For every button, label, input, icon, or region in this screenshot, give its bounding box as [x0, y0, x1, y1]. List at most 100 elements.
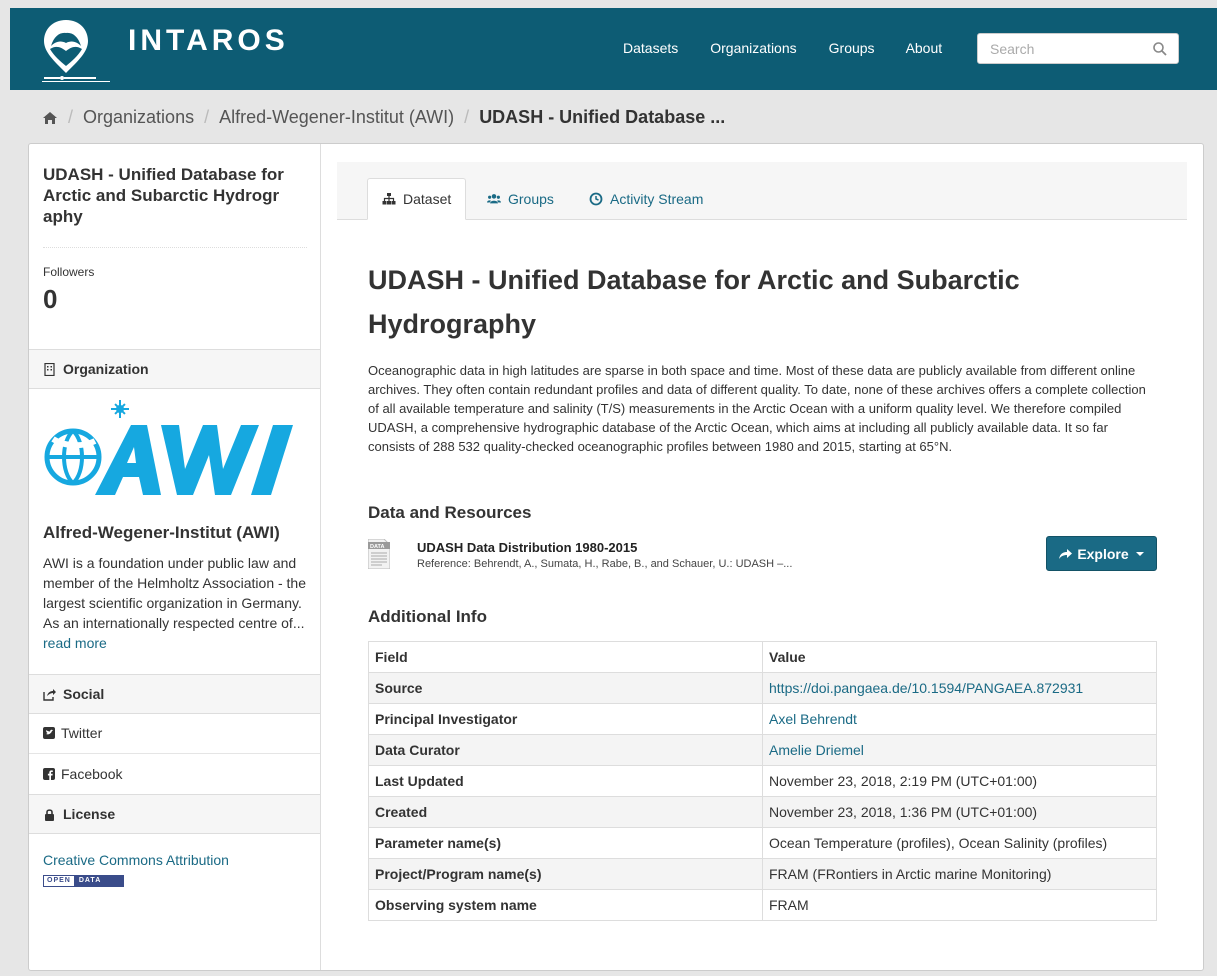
brand-name: INTAROS	[128, 24, 289, 57]
tab-dataset[interactable]: Dataset	[367, 178, 467, 220]
explore-button-label: Explore	[1077, 545, 1129, 562]
organization-heading-label: Organization	[63, 361, 149, 377]
breadcrumb-organization[interactable]: Alfred-Wegener-Institut (AWI)	[219, 107, 454, 128]
divider	[43, 247, 307, 248]
twitter-icon	[43, 727, 55, 739]
principal-investigator-link[interactable]: Axel Behrendt	[769, 711, 857, 727]
share-icon	[43, 688, 56, 701]
value-cell: FRAM	[762, 889, 1157, 921]
value-cell: Axel Behrendt	[762, 703, 1157, 735]
value-cell: Ocean Temperature (profiles), Ocean Sali…	[762, 827, 1157, 859]
additional-info-heading: Additional Info	[368, 607, 487, 626]
value-cell: FRAM (FRontiers in Arctic marine Monitor…	[762, 858, 1157, 890]
column-header-field: Field	[368, 641, 763, 673]
nav-datasets[interactable]: Datasets	[623, 40, 678, 56]
dataset-description: Oceanographic data in high latitudes are…	[368, 363, 1146, 454]
home-icon[interactable]	[42, 111, 58, 125]
value-cell: Amelie Driemel	[762, 734, 1157, 766]
additional-info-table: Field Value Source https://doi.pangaea.d…	[368, 641, 1157, 921]
table-row: Source https://doi.pangaea.de/10.1594/PA…	[368, 672, 1157, 704]
content-tabs: Dataset Groups Activity Stream	[337, 162, 1187, 220]
lock-icon	[45, 808, 54, 821]
main-nav: Datasets Organizations Groups About	[623, 40, 974, 56]
table-header-row: Field Value	[368, 641, 1157, 673]
site-logo[interactable]: INTAROS	[40, 16, 300, 82]
breadcrumb-separator: /	[204, 107, 210, 127]
intaros-logo-icon	[42, 20, 110, 82]
column-header-value: Value	[762, 641, 1157, 673]
facebook-icon	[43, 768, 55, 780]
source-link[interactable]: https://doi.pangaea.de/10.1594/PANGAEA.8…	[769, 680, 1083, 696]
tab-groups[interactable]: Groups	[473, 178, 568, 220]
tab-activity-stream[interactable]: Activity Stream	[575, 178, 717, 220]
breadcrumb: / Organizations / Alfred-Wegener-Institu…	[42, 107, 725, 128]
table-row: Project/Program name(s) FRAM (FRontiers …	[368, 858, 1157, 890]
twitter-label: Twitter	[61, 725, 103, 741]
resource-item[interactable]: DATA UDASH Data Distribution 1980-2015 R…	[368, 536, 1158, 589]
tab-dataset-label: Dataset	[403, 191, 452, 207]
chevron-down-icon	[1135, 551, 1144, 556]
value-cell: https://doi.pangaea.de/10.1594/PANGAEA.8…	[762, 672, 1157, 704]
clock-icon	[589, 192, 603, 206]
explore-button[interactable]: Explore	[1046, 536, 1157, 571]
followers-count: 0	[43, 284, 58, 314]
data-curator-link[interactable]: Amelie Driemel	[769, 742, 864, 758]
nav-about[interactable]: About	[906, 40, 943, 56]
license-link[interactable]: Creative Commons Attribution	[43, 852, 229, 868]
organization-description-text: AWI is a foundation under public law and…	[43, 555, 307, 631]
open-data-badge-right: DATA	[73, 876, 123, 886]
sidebar-dataset-title: UDASH - Unified Database for Arctic and …	[43, 165, 284, 226]
search-icon[interactable]	[1152, 41, 1168, 57]
table-row: Principal Investigator Axel Behrendt	[368, 703, 1157, 735]
license-heading: License	[29, 794, 320, 834]
field-cell: Source	[368, 672, 763, 704]
social-heading: Social	[29, 674, 320, 714]
field-cell: Last Updated	[368, 765, 763, 797]
masthead: INTAROS Datasets Organizations Groups Ab…	[10, 8, 1217, 90]
tab-activity-stream-label: Activity Stream	[610, 191, 704, 207]
organization-heading: Organization	[29, 349, 320, 389]
field-cell: Created	[368, 796, 763, 828]
read-more-link[interactable]: read more	[43, 635, 107, 651]
field-cell: Principal Investigator	[368, 703, 763, 735]
breadcrumb-organizations[interactable]: Organizations	[83, 107, 194, 128]
social-heading-label: Social	[63, 686, 105, 702]
field-cell: Data Curator	[368, 734, 763, 766]
tab-groups-label: Groups	[508, 191, 554, 207]
breadcrumb-separator: /	[68, 107, 74, 127]
resource-title[interactable]: UDASH Data Distribution 1980-2015	[417, 540, 637, 555]
search-input[interactable]	[978, 34, 1148, 63]
search-box	[977, 33, 1179, 64]
dataset-title: UDASH - Unified Database for Arctic and …	[368, 265, 1020, 339]
field-cell: Observing system name	[368, 889, 763, 921]
value-cell: November 23, 2018, 1:36 PM (UTC+01:00)	[762, 796, 1157, 828]
value-cell: November 23, 2018, 2:19 PM (UTC+01:00)	[762, 765, 1157, 797]
nav-groups[interactable]: Groups	[829, 40, 875, 56]
social-twitter-link[interactable]: Twitter	[43, 725, 102, 741]
divider	[29, 753, 320, 754]
resource-description: Reference: Behrendt, A., Sumata, H., Rab…	[417, 558, 793, 570]
awi-logo[interactable]	[43, 399, 305, 499]
facebook-label: Facebook	[61, 766, 123, 782]
table-row: Observing system name FRAM	[368, 889, 1157, 921]
open-data-badge-left: OPEN	[44, 876, 74, 886]
share-arrow-icon	[1059, 548, 1073, 559]
breadcrumb-current[interactable]: UDASH - Unified Database ...	[479, 107, 725, 128]
sidebar: UDASH - Unified Database for Arctic and …	[29, 144, 321, 970]
users-icon	[487, 194, 501, 204]
main-wrapper: UDASH - Unified Database for Arctic and …	[28, 143, 1204, 971]
followers-label: Followers	[43, 265, 95, 279]
organization-name: Alfred-Wegener-Institut (AWI)	[43, 523, 280, 542]
table-row: Parameter name(s) Ocean Temperature (pro…	[368, 827, 1157, 859]
license-heading-label: License	[63, 806, 116, 822]
nav-organizations[interactable]: Organizations	[710, 40, 796, 56]
breadcrumb-separator: /	[464, 107, 470, 127]
field-cell: Project/Program name(s)	[368, 858, 763, 890]
table-row: Created November 23, 2018, 1:36 PM (UTC+…	[368, 796, 1157, 828]
data-format-label: DATA	[370, 544, 384, 550]
social-facebook-link[interactable]: Facebook	[43, 766, 122, 782]
table-row: Last Updated November 23, 2018, 2:19 PM …	[368, 765, 1157, 797]
open-data-badge[interactable]: OPEN DATA	[43, 875, 124, 887]
field-cell: Parameter name(s)	[368, 827, 763, 859]
data-format-icon: DATA	[368, 539, 390, 569]
